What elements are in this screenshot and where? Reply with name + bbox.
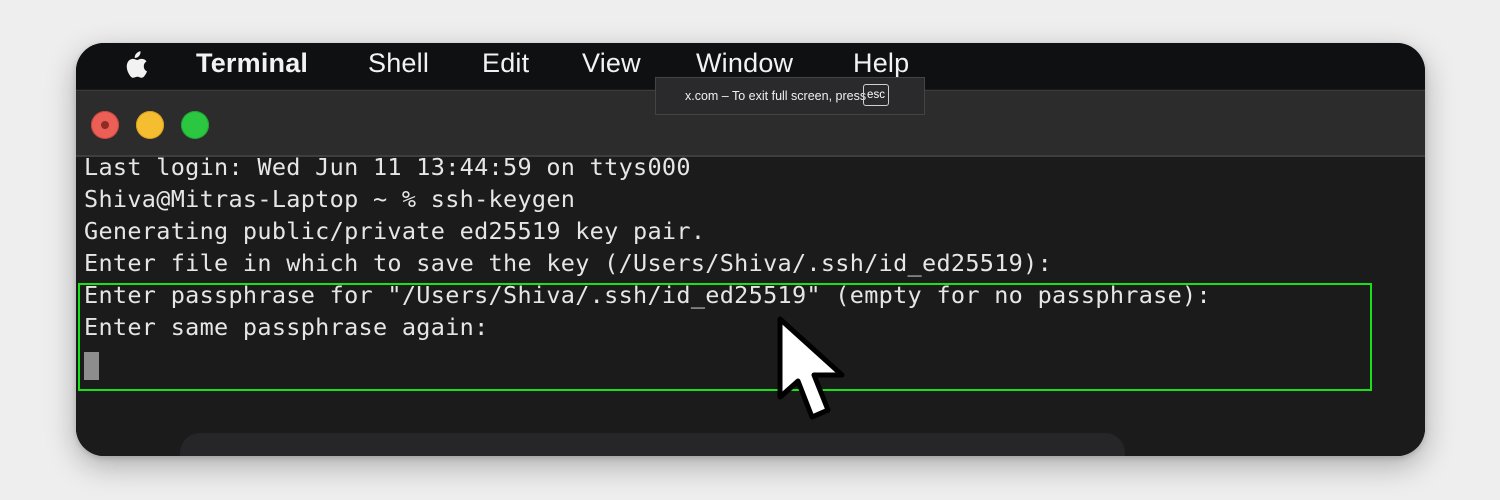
menu-terminal[interactable]: Terminal <box>196 45 308 85</box>
close-window-icon[interactable] <box>91 111 119 139</box>
apple-logo-icon[interactable] <box>116 48 152 82</box>
terminal-window: Last login: Wed Jun 11 13:44:59 on ttys0… <box>76 90 1425 456</box>
blurred-background-bar <box>180 433 1125 456</box>
terminal-line: Shiva@Mitras-Laptop ~ % ssh-keygen <box>84 185 576 213</box>
zoom-window-icon[interactable] <box>181 111 209 139</box>
passphrase-highlight-box <box>78 283 1372 391</box>
terminal-line: Enter file in which to save the key (/Us… <box>84 249 1053 277</box>
menu-view[interactable]: View <box>582 45 641 85</box>
terminal-line: Generating public/private ed25519 key pa… <box>84 217 706 245</box>
menu-edit[interactable]: Edit <box>482 45 529 85</box>
mouse-pointer-icon <box>777 316 845 420</box>
terminal-cursor <box>84 352 99 380</box>
terminal-line: Last login: Wed Jun 11 13:44:59 on ttys0… <box>84 153 691 181</box>
fullscreen-banner-text: x.com – To exit full screen, press <box>685 89 867 103</box>
menu-shell[interactable]: Shell <box>368 45 429 85</box>
esc-key-badge: esc <box>863 84 889 106</box>
minimize-window-icon[interactable] <box>136 111 164 139</box>
fullscreen-exit-banner: x.com – To exit full screen, press esc <box>655 77 925 115</box>
close-window-dot <box>101 121 109 129</box>
